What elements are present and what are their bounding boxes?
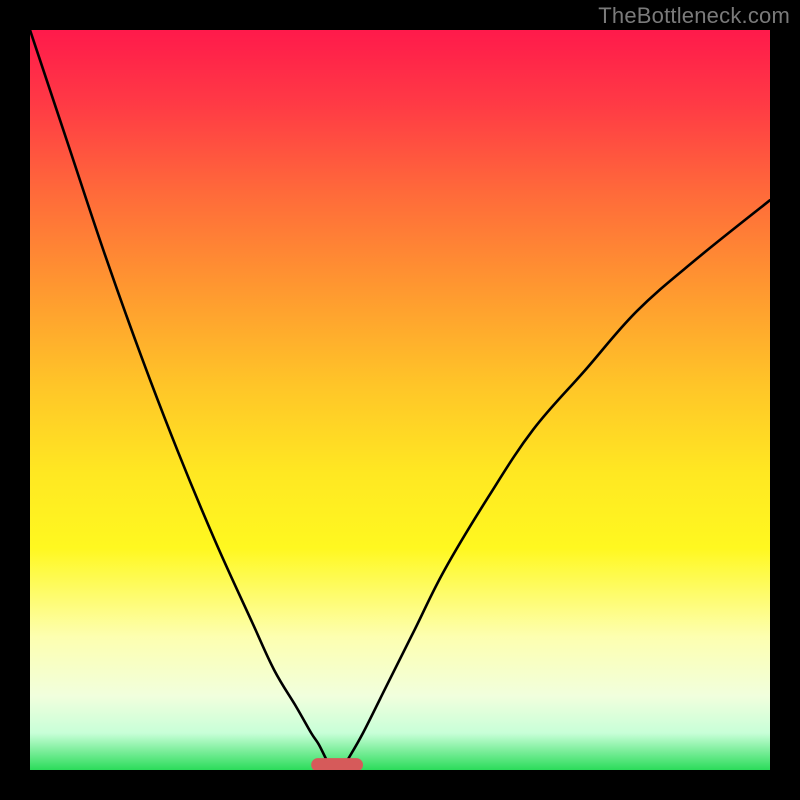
optimum-pill [311,758,363,770]
chart-frame [30,30,770,770]
bottleneck-curve [30,30,770,759]
curve-right-branch [348,200,770,759]
curve-left-branch [30,30,326,759]
optimum-marker [311,758,363,770]
chart-svg [30,30,770,770]
watermark-text: TheBottleneck.com [598,3,790,29]
